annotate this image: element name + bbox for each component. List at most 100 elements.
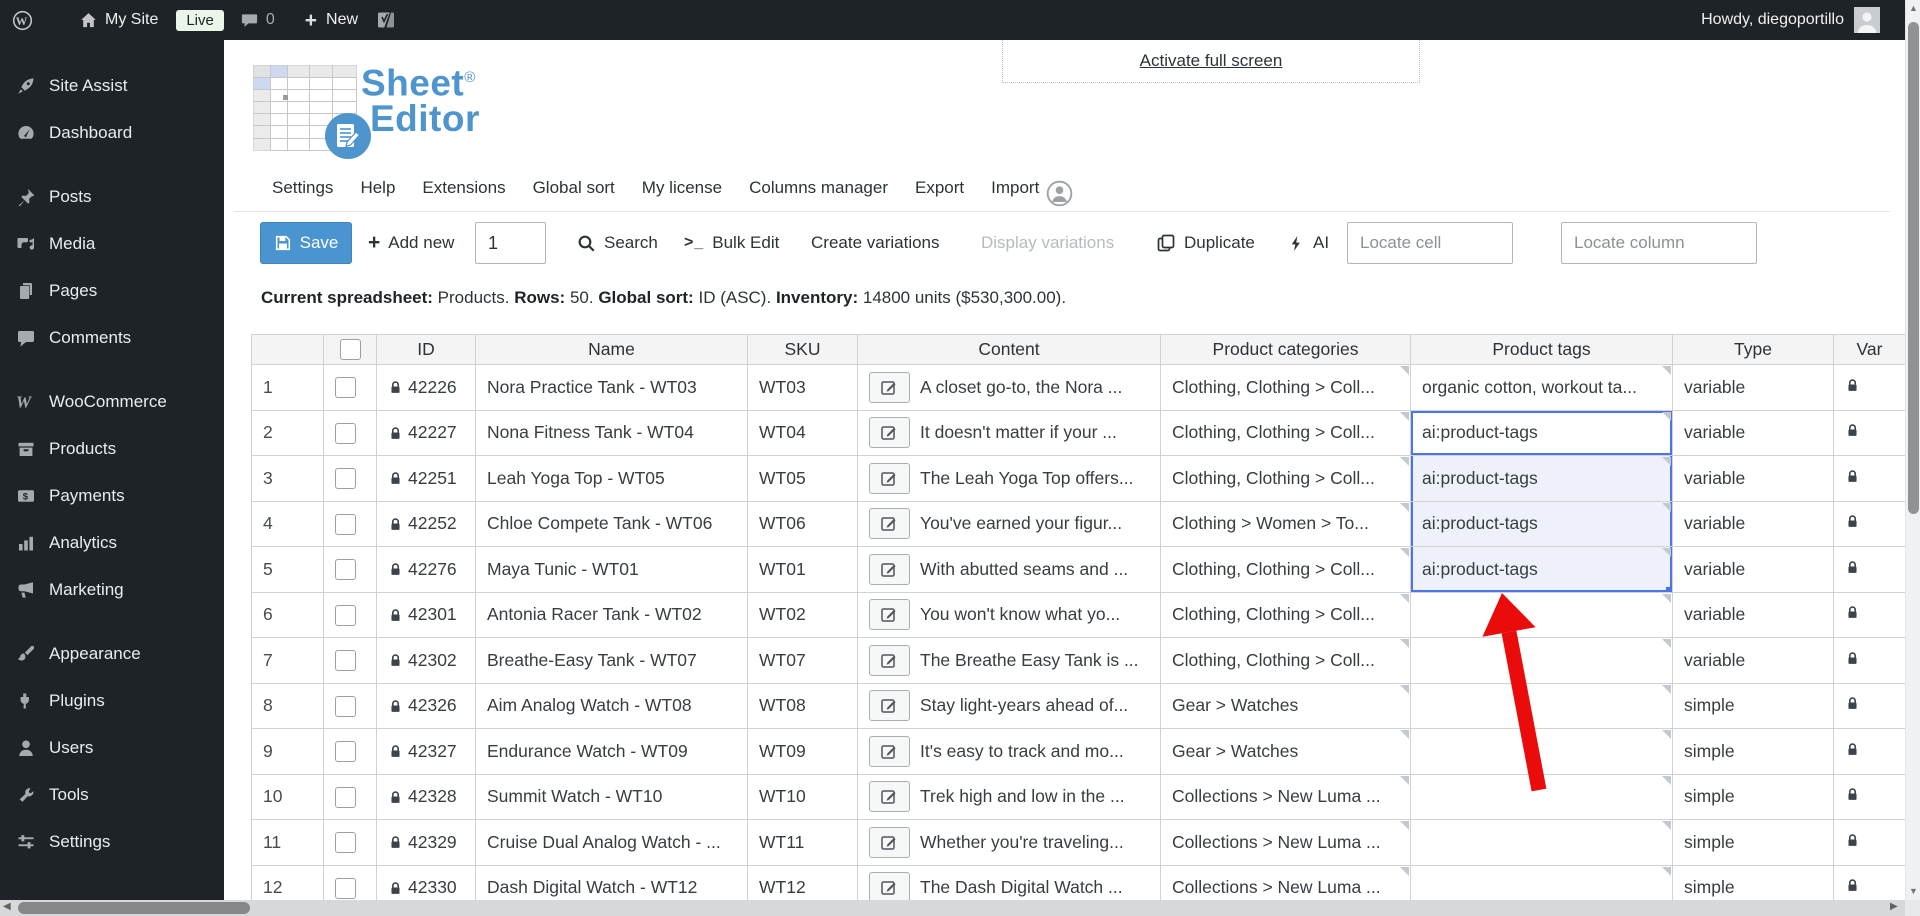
cell-id[interactable]: 42326 <box>376 682 476 729</box>
cell-product-categories[interactable]: Clothing, Clothing > Coll... <box>1160 455 1411 502</box>
autocomplete-arrow-icon[interactable] <box>1662 684 1671 694</box>
duplicate-button[interactable]: Duplicate <box>1156 222 1255 264</box>
autocomplete-arrow-icon[interactable] <box>1662 593 1671 603</box>
row-number[interactable]: 8 <box>251 682 324 729</box>
row-checkbox[interactable] <box>335 877 356 899</box>
cell-type[interactable]: simple <box>1672 728 1834 775</box>
cell-sku[interactable]: WT02 <box>747 591 858 638</box>
new-content-menu[interactable]: + New <box>305 10 358 31</box>
row-select-cell[interactable] <box>323 591 377 638</box>
profile-circle-icon[interactable] <box>1046 180 1073 207</box>
activate-fullscreen-link[interactable]: Activate full screen <box>1140 51 1283 71</box>
row-select-cell[interactable] <box>323 637 377 684</box>
open-editor-button[interactable] <box>869 781 910 813</box>
cell-type[interactable]: simple <box>1672 682 1834 729</box>
sidebar-item-payments[interactable]: $ Payments <box>0 472 224 519</box>
row-select-cell[interactable] <box>323 682 377 729</box>
column-header-name[interactable]: Name <box>475 334 748 365</box>
open-editor-button[interactable] <box>869 371 910 403</box>
cell-id[interactable]: 42227 <box>376 409 476 456</box>
cell-sku[interactable]: WT03 <box>747 364 858 411</box>
open-editor-button[interactable] <box>869 417 910 449</box>
cell-content[interactable]: With abutted seams and ... <box>857 546 1161 593</box>
autocomplete-arrow-icon[interactable] <box>1400 639 1409 648</box>
select-all-checkbox[interactable] <box>339 339 361 361</box>
cell-content[interactable]: The Breathe Easy Tank is ... <box>857 637 1161 684</box>
autocomplete-arrow-icon[interactable] <box>1662 775 1671 785</box>
cell-product-tags[interactable]: ai:product-tags <box>1410 409 1673 456</box>
autocomplete-arrow-icon[interactable] <box>1662 639 1671 648</box>
add-new-count-input[interactable] <box>475 222 546 264</box>
row-number[interactable]: 6 <box>251 591 324 638</box>
row-checkbox[interactable] <box>335 741 356 763</box>
cell-variations[interactable] <box>1833 637 1906 684</box>
cell-id[interactable]: 42251 <box>376 455 476 502</box>
row-checkbox[interactable] <box>335 513 356 535</box>
cell-content[interactable]: The Leah Yoga Top offers... <box>857 455 1161 502</box>
autocomplete-arrow-icon[interactable] <box>1662 366 1671 375</box>
row-select-cell[interactable] <box>323 364 377 411</box>
cell-type[interactable]: variable <box>1672 591 1834 638</box>
cell-id[interactable]: 42252 <box>376 500 476 547</box>
autocomplete-arrow-icon[interactable] <box>1400 730 1409 739</box>
cell-type[interactable]: variable <box>1672 637 1834 684</box>
row-select-cell[interactable] <box>323 500 377 547</box>
cell-name[interactable]: Leah Yoga Top - WT05 <box>475 455 748 502</box>
row-checkbox[interactable] <box>335 422 356 444</box>
cell-product-tags[interactable]: ai:product-tags <box>1410 546 1673 593</box>
cell-product-tags[interactable] <box>1410 637 1673 684</box>
cell-sku[interactable]: WT11 <box>747 819 858 866</box>
sidebar-item-users[interactable]: Users <box>0 724 224 771</box>
cell-content[interactable]: It's easy to track and mo... <box>857 728 1161 775</box>
cell-name[interactable]: Nona Fitness Tank - WT04 <box>475 409 748 456</box>
sidebar-item-plugins[interactable]: Plugins <box>0 677 224 724</box>
autocomplete-arrow-icon[interactable] <box>1662 502 1671 512</box>
cell-type[interactable]: variable <box>1672 364 1834 411</box>
my-site-link[interactable]: My Site <box>79 11 158 30</box>
cell-product-categories[interactable]: Collections > New Luma ... <box>1160 773 1411 820</box>
row-select-cell[interactable] <box>323 546 377 593</box>
tab-extensions[interactable]: Extensions <box>422 178 505 198</box>
sidebar-item-pages[interactable]: Pages <box>0 267 224 314</box>
column-header-id[interactable]: ID <box>376 334 476 365</box>
cell-type[interactable]: variable <box>1672 500 1834 547</box>
yoast-seo-menu[interactable] <box>376 10 396 30</box>
cell-product-tags[interactable] <box>1410 728 1673 775</box>
scroll-right-arrow[interactable]: ▶ <box>1890 901 1898 912</box>
row-number[interactable]: 5 <box>251 546 324 593</box>
tab-help[interactable]: Help <box>360 178 395 198</box>
cell-content[interactable]: Stay light-years ahead of... <box>857 682 1161 729</box>
cell-product-tags[interactable]: ai:product-tags <box>1410 500 1673 547</box>
row-checkbox[interactable] <box>335 468 356 490</box>
tab-export[interactable]: Export <box>915 178 964 198</box>
cell-product-tags[interactable] <box>1410 773 1673 820</box>
horizontal-scrollbar[interactable]: ◀ ▶ <box>0 900 1905 916</box>
cell-content[interactable]: Trek high and low in the ... <box>857 773 1161 820</box>
cell-variations[interactable] <box>1833 409 1906 456</box>
cell-sku[interactable]: WT07 <box>747 637 858 684</box>
cell-id[interactable]: 42328 <box>376 773 476 820</box>
row-number[interactable]: 4 <box>251 500 324 547</box>
sidebar-item-woocommerce[interactable]: W WooCommerce <box>0 378 224 425</box>
row-select-cell[interactable] <box>323 455 377 502</box>
cell-id[interactable]: 42329 <box>376 819 476 866</box>
ai-button[interactable]: AI <box>1288 222 1329 264</box>
row-checkbox[interactable] <box>335 786 356 808</box>
cell-product-categories[interactable]: Clothing, Clothing > Coll... <box>1160 637 1411 684</box>
add-new-button[interactable]: + Add new <box>368 222 454 264</box>
cell-id[interactable]: 42226 <box>376 364 476 411</box>
column-header-type[interactable]: Type <box>1672 334 1834 365</box>
scroll-left-arrow[interactable]: ◀ <box>3 901 11 912</box>
cell-name[interactable]: Aim Analog Watch - WT08 <box>475 682 748 729</box>
row-checkbox[interactable] <box>335 650 356 672</box>
sidebar-item-dashboard[interactable]: Dashboard <box>0 109 224 156</box>
sidebar-item-media[interactable]: Media <box>0 220 224 267</box>
cell-product-categories[interactable]: Gear > Watches <box>1160 728 1411 775</box>
autocomplete-arrow-icon[interactable] <box>1400 366 1409 375</box>
cell-type[interactable]: variable <box>1672 455 1834 502</box>
sidebar-item-analytics[interactable]: Analytics <box>0 519 224 566</box>
autocomplete-arrow-icon[interactable] <box>1400 866 1409 876</box>
cell-id[interactable]: 42301 <box>376 591 476 638</box>
sidebar-item-marketing[interactable]: Marketing <box>0 566 224 613</box>
vertical-scroll-thumb[interactable] <box>1908 22 1919 514</box>
